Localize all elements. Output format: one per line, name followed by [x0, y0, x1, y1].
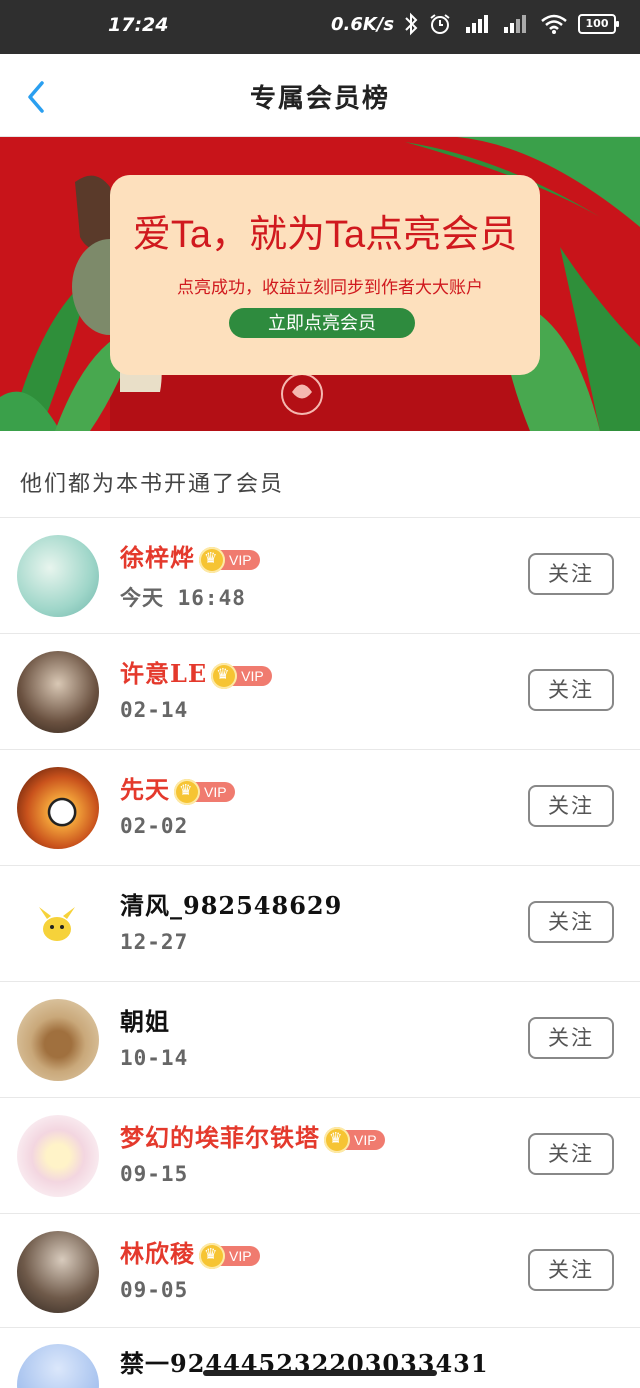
member-name: 林欣稜VIP	[120, 1234, 260, 1269]
member-name: 徐梓烨VIP	[120, 538, 260, 573]
avatar[interactable]	[17, 1231, 99, 1313]
avatar[interactable]	[17, 1115, 99, 1197]
member-row[interactable]: 梦幻的埃菲尔铁塔VIP 09-15 关注	[0, 1097, 640, 1213]
member-row[interactable]: 许意LEVIP 02-14 关注	[0, 633, 640, 749]
vip-badge: VIP	[199, 1242, 260, 1269]
follow-button[interactable]: 关注	[528, 669, 614, 711]
vip-badge: VIP	[211, 662, 272, 689]
network-speed: 0.6K/s	[331, 14, 395, 35]
member-name: 梦幻的埃菲尔铁塔VIP	[120, 1118, 385, 1153]
follow-button[interactable]: 关注	[528, 901, 614, 943]
member-row[interactable]: 徐梓烨VIP 今天 16:48 关注	[0, 517, 640, 633]
member-row-partial[interactable]: 禁一924445232203033431	[0, 1327, 640, 1388]
avatar[interactable]	[17, 883, 99, 965]
member-name: 朝姐	[120, 1007, 170, 1036]
avatar[interactable]	[17, 535, 99, 617]
promo-banner[interactable]: 爱Ta，就为Ta点亮会员 点亮成功，收益立刻同步到作者大大账户 立即点亮会员	[0, 137, 640, 431]
crown-icon	[211, 662, 238, 689]
page-title: 专属会员榜	[249, 84, 390, 114]
member-row[interactable]: 林欣稜VIP 09-05 关注	[0, 1213, 640, 1329]
member-row[interactable]: 清风_982548629 12-27 关注	[0, 865, 640, 981]
bluetooth-icon	[405, 12, 418, 36]
section-title: 他们都为本书开通了会员	[20, 472, 285, 497]
follow-button[interactable]: 关注	[528, 1249, 614, 1291]
member-date: 12-27	[120, 930, 189, 954]
status-bar: 17:24 0.6K/s 100	[0, 0, 640, 54]
signal-hd-icon	[466, 15, 488, 33]
signal-icon	[504, 15, 526, 33]
member-date: 10-14	[120, 1046, 189, 1070]
battery-indicator: 100	[578, 14, 619, 34]
avatar[interactable]	[17, 999, 99, 1081]
member-name: 先天VIP	[120, 770, 235, 805]
member-date: 02-02	[120, 814, 189, 838]
app-header: 专属会员榜	[0, 54, 640, 137]
member-row[interactable]: 朝姐 10-14 关注	[0, 981, 640, 1097]
pikachu-avatar-icon	[39, 907, 75, 941]
avatar[interactable]	[17, 651, 99, 733]
member-date: 02-14	[120, 698, 189, 722]
crown-icon	[324, 1126, 350, 1153]
banner-headline: 爱Ta，就为Ta点亮会员	[132, 214, 518, 256]
follow-button[interactable]: 关注	[528, 785, 614, 827]
status-icons: 100	[404, 12, 619, 36]
vip-badge: VIP	[324, 1126, 385, 1153]
activate-membership-button[interactable]: 立即点亮会员	[229, 308, 415, 338]
vip-badge: VIP	[199, 546, 260, 573]
home-indicator[interactable]	[203, 1370, 437, 1376]
alarm-icon	[430, 14, 450, 34]
member-list: 徐梓烨VIP 今天 16:48 关注 许意LEVIP 02-14 关注 先天VI…	[0, 517, 640, 1329]
crown-icon	[199, 546, 225, 573]
crown-icon	[199, 1242, 225, 1269]
vip-badge: VIP	[174, 778, 235, 805]
member-name: 清风_982548629	[120, 891, 343, 920]
avatar[interactable]	[17, 1344, 99, 1388]
status-time: 17:24	[108, 14, 169, 36]
member-date: 09-15	[120, 1162, 189, 1186]
avatar[interactable]	[17, 767, 99, 849]
follow-button[interactable]: 关注	[528, 1133, 614, 1175]
banner-subtitle: 点亮成功，收益立刻同步到作者大大账户	[177, 278, 483, 297]
member-date: 09-05	[120, 1278, 189, 1302]
crown-icon	[174, 778, 200, 805]
member-name: 许意LEVIP	[120, 654, 272, 689]
wifi-icon	[541, 14, 567, 34]
member-row[interactable]: 先天VIP 02-02 关注	[0, 749, 640, 865]
follow-button[interactable]: 关注	[528, 553, 614, 595]
follow-button[interactable]: 关注	[528, 1017, 614, 1059]
member-date: 今天 16:48	[120, 586, 246, 610]
